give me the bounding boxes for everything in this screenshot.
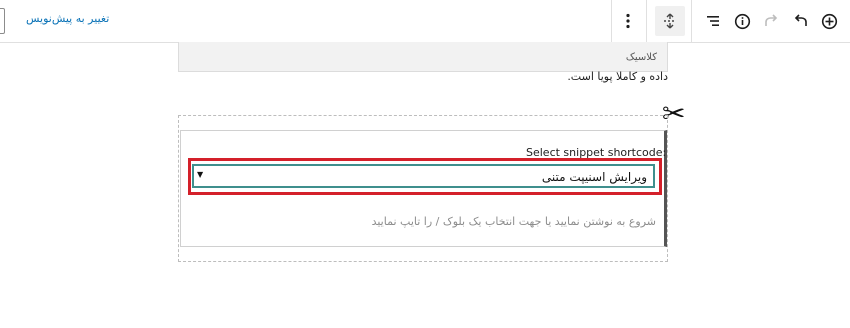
transform-block-button[interactable] [655, 6, 685, 36]
undo-icon [794, 14, 807, 26]
list-view-button[interactable] [698, 6, 728, 36]
classic-block-toolbar[interactable]: کلاسیک [178, 42, 668, 72]
add-block-button[interactable] [814, 6, 844, 36]
toolbar-separator [611, 0, 612, 42]
editor-toolbar: تغییر به پیش‌نویس [0, 0, 850, 43]
list-view-icon [707, 16, 719, 26]
dropdown-arrow-icon: ▼ [197, 170, 204, 179]
publish-button-edge[interactable] [0, 8, 5, 34]
selected-snippet-value: ویرایش اسنیپت متنی [541, 170, 647, 184]
transform-icon [664, 13, 676, 29]
redo-icon [765, 14, 778, 26]
more-vertical-icon [626, 13, 630, 29]
plus-circle-icon [821, 13, 837, 29]
block-placeholder[interactable]: شروع به نوشتن نمایید یا جهت انتخاب یک بل… [372, 215, 656, 228]
info-icon [734, 13, 750, 29]
toolbar-separator [646, 0, 647, 42]
redo-button[interactable] [756, 6, 786, 36]
classic-block-content[interactable]: داده و کاملا پویا است. [567, 70, 668, 83]
more-options-button[interactable] [613, 6, 643, 36]
toolbar-separator [691, 0, 692, 42]
details-button[interactable] [727, 6, 757, 36]
switch-to-draft-button[interactable]: تغییر به پیش‌نویس [26, 12, 109, 25]
undo-button[interactable] [786, 6, 816, 36]
snippet-shortcode-select[interactable]: ▼ ویرایش اسنیپت متنی [192, 164, 655, 188]
classic-block-label: کلاسیک [625, 52, 657, 63]
